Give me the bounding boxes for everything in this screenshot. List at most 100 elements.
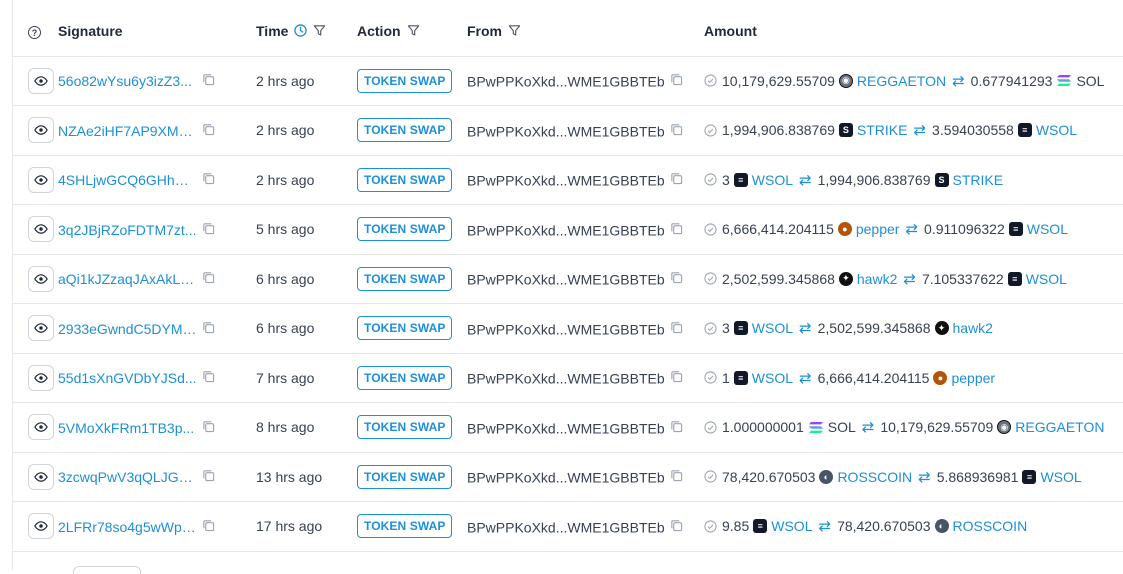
filter-icon[interactable] — [407, 24, 420, 37]
view-details-button[interactable] — [28, 67, 54, 94]
from-cell: BPwPPKoXkd...WME1GBBTEb — [467, 155, 704, 205]
copy-icon[interactable] — [202, 420, 215, 436]
from-address[interactable]: BPwPPKoXkd...WME1GBBTEb — [467, 271, 665, 287]
from-address[interactable]: BPwPPKoXkd...WME1GBBTEb — [467, 222, 665, 238]
from-address[interactable]: BPwPPKoXkd...WME1GBBTEb — [467, 519, 665, 535]
from-address[interactable]: BPwPPKoXkd...WME1GBBTEb — [467, 123, 665, 139]
amount-cell: 78,420.670503 ◐ ROSSCOIN ⇄ 5.868936981 ≡ WSOL — [704, 452, 1123, 502]
token-out-link[interactable]: pepper — [951, 370, 995, 386]
copy-icon[interactable] — [670, 73, 683, 89]
from-cell: BPwPPKoXkd...WME1GBBTEb — [467, 303, 704, 354]
signature-link[interactable]: 55d1sXnGVDbYJSd... — [58, 370, 197, 386]
signature-cell: NZAe2iHF7AP9XMx... — [58, 105, 256, 156]
signature-link[interactable]: 2933eGwndC5DYM2... — [58, 321, 197, 337]
token-in-link[interactable]: STRIKE — [857, 122, 908, 138]
signature-link[interactable]: aQi1kJZzaqJAxAkLx... — [58, 271, 197, 287]
signature-column-header: Signature — [58, 6, 256, 57]
from-address[interactable]: BPwPPKoXkd...WME1GBBTEb — [467, 370, 665, 386]
from-address[interactable]: BPwPPKoXkd...WME1GBBTEb — [467, 172, 665, 188]
from-address[interactable]: BPwPPKoXkd...WME1GBBTEb — [467, 73, 665, 89]
time-cell: 17 hrs ago — [256, 501, 357, 552]
wsol-icon: ≡ — [1008, 222, 1023, 237]
copy-icon[interactable] — [202, 519, 215, 535]
token-in-link[interactable]: pepper — [856, 221, 900, 237]
view-details-button[interactable] — [28, 364, 54, 391]
token-in-link[interactable]: REGGAETON — [857, 73, 946, 89]
time-cell: 2 hrs ago — [256, 56, 357, 106]
time-value: 5 hrs ago — [256, 221, 315, 238]
table-row: 56o82wYsu6y3izZ3... 2 hrs ago TOKEN SWAP BP… — [13, 56, 1123, 106]
time-cell: 2 hrs ago — [256, 105, 357, 156]
clock-icon[interactable] — [294, 24, 308, 37]
action-badge: TOKEN SWAP — [357, 167, 453, 192]
token-out-link[interactable]: REGGAETON — [1015, 419, 1104, 435]
signature-link[interactable]: 5VMoXkFRm1TB3p... — [58, 420, 197, 436]
token-in-link[interactable]: ROSSCOIN — [837, 469, 912, 485]
view-details-button[interactable] — [28, 117, 54, 144]
copy-icon[interactable] — [670, 370, 683, 386]
signature-link[interactable]: 4SHLjwGCQ6GHhCe... — [58, 172, 197, 188]
token-out-link[interactable]: WSOL — [1026, 271, 1067, 287]
copy-icon[interactable] — [202, 271, 215, 287]
action-badge: TOKEN SWAP — [357, 365, 453, 390]
view-details-button[interactable] — [28, 265, 54, 292]
copy-icon[interactable] — [202, 73, 215, 89]
signature-link[interactable]: 3zcwqPwV3qQLJGK... — [58, 469, 197, 485]
token-out-link[interactable]: WSOL — [1036, 122, 1077, 138]
token-in-link[interactable]: WSOL — [752, 370, 793, 386]
copy-icon[interactable] — [670, 469, 683, 485]
from-address[interactable]: BPwPPKoXkd...WME1GBBTEb — [467, 469, 665, 485]
view-details-button[interactable] — [28, 315, 54, 342]
from-address[interactable]: BPwPPKoXkd...WME1GBBTEb — [467, 321, 665, 337]
swap-arrows-icon: ⇄ — [952, 72, 965, 90]
help-circle-icon[interactable]: ? — [28, 26, 41, 39]
from-cell: BPwPPKoXkd...WME1GBBTEb — [467, 353, 704, 403]
copy-icon[interactable] — [670, 321, 683, 337]
sol-icon — [1056, 74, 1072, 88]
signature-link[interactable]: 2LFRr78so4g5wWpJ... — [58, 519, 197, 535]
token-in-link[interactable]: WSOL — [752, 320, 793, 336]
token-out-link[interactable]: WSOL — [1040, 469, 1081, 485]
amount-out: 1,994,906.838769 — [817, 171, 931, 188]
copy-icon[interactable] — [202, 172, 215, 188]
copy-icon[interactable] — [670, 519, 683, 535]
token-out-link[interactable]: ROSSCOIN — [953, 518, 1028, 534]
copy-icon[interactable] — [670, 222, 683, 238]
signature-link[interactable]: 56o82wYsu6y3izZ3... — [58, 73, 197, 89]
token-in-link[interactable]: WSOL — [752, 172, 793, 188]
time-header-label: Time — [256, 22, 289, 39]
view-details-button[interactable] — [28, 463, 54, 490]
view-details-button[interactable] — [28, 414, 54, 441]
pagination-control[interactable] — [73, 566, 141, 574]
filter-icon[interactable] — [313, 24, 326, 37]
copy-icon[interactable] — [202, 321, 215, 337]
copy-icon[interactable] — [202, 123, 215, 139]
copy-icon[interactable] — [202, 469, 215, 485]
filter-icon[interactable] — [508, 24, 521, 37]
token-in-link[interactable]: WSOL — [771, 518, 812, 534]
check-circle-icon — [704, 421, 717, 434]
view-details-button[interactable] — [28, 216, 54, 243]
view-details-button[interactable] — [28, 166, 54, 193]
from-address[interactable]: BPwPPKoXkd...WME1GBBTEb — [467, 420, 665, 436]
from-cell: BPwPPKoXkd...WME1GBBTEb — [467, 204, 704, 255]
view-details-button[interactable] — [28, 513, 54, 540]
signature-link[interactable]: 3q2JBjRZoFDTM7zt... — [58, 222, 197, 238]
copy-icon[interactable] — [202, 222, 215, 238]
signature-link[interactable]: NZAe2iHF7AP9XMx... — [58, 123, 197, 139]
copy-icon[interactable] — [202, 370, 215, 386]
token-out-link[interactable]: WSOL — [1027, 221, 1068, 237]
token-out-link[interactable]: STRIKE — [953, 172, 1004, 188]
copy-icon[interactable] — [670, 123, 683, 139]
amount-out: 2,502,599.345868 — [817, 320, 931, 337]
time-value: 6 hrs ago — [256, 320, 315, 337]
token-in-link[interactable]: hawk2 — [857, 271, 897, 287]
hawk2-icon: ✦ — [838, 271, 853, 286]
time-value: 7 hrs ago — [256, 369, 315, 386]
copy-icon[interactable] — [670, 172, 683, 188]
copy-icon[interactable] — [670, 271, 683, 287]
copy-icon[interactable] — [670, 420, 683, 436]
table-row: 2LFRr78so4g5wWpJ... 17 hrs ago TOKEN SWAP B… — [13, 501, 1123, 552]
check-circle-icon — [704, 124, 717, 137]
token-out-link[interactable]: hawk2 — [953, 320, 993, 336]
